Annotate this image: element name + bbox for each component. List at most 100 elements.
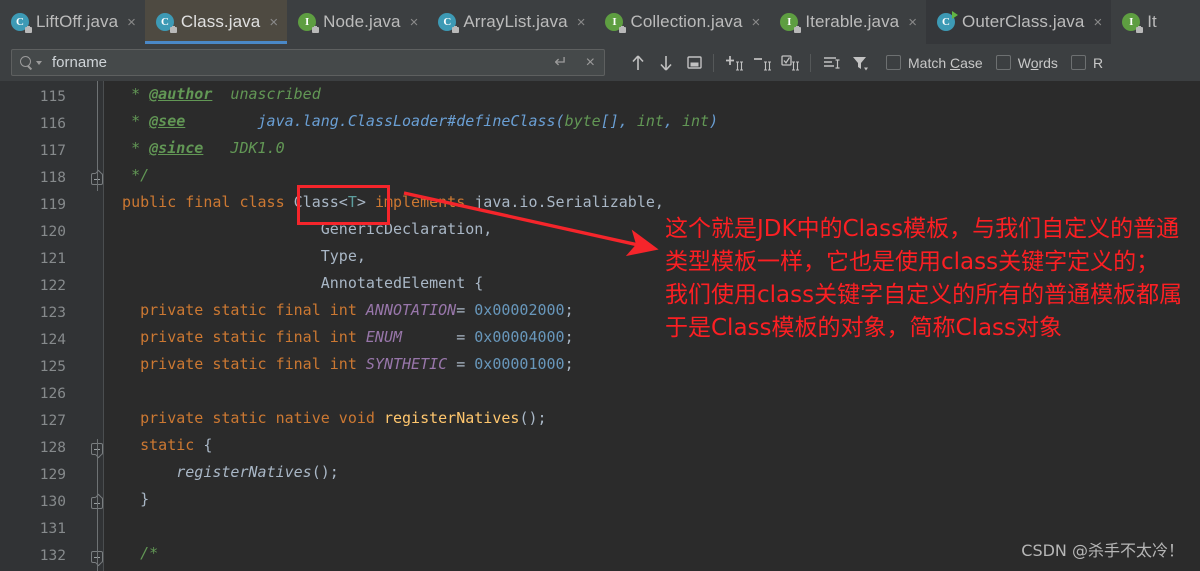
editor-tab-bar: C LiftOff.java × C Class.java × I Node.java × C Ar… — [0, 0, 1200, 44]
code-token: Type, — [104, 247, 366, 265]
code-token: ; — [564, 355, 574, 373]
code-token: static — [104, 436, 204, 454]
code-token: @author — [149, 85, 213, 103]
search-history-icon[interactable]: ↵ — [545, 54, 576, 71]
words-checkbox[interactable]: Words — [995, 54, 1058, 71]
editor-tab-collection[interactable]: I Collection.java × — [594, 0, 769, 44]
line-number: 120 — [39, 224, 66, 240]
line-number: 125 — [39, 359, 66, 375]
editor-tab-arraylist[interactable]: C ArrayList.java × — [427, 0, 594, 44]
find-previous-button[interactable] — [625, 50, 651, 76]
code-token: SYNTHETIC — [365, 355, 448, 373]
select-all-occurrences-button[interactable] — [778, 50, 804, 76]
search-input-value: forname — [52, 54, 108, 71]
line-number: 117 — [39, 143, 66, 159]
line-number: 116 — [39, 116, 66, 132]
code-line-121: Type, — [104, 243, 366, 270]
regex-checkbox[interactable]: R — [1070, 55, 1103, 71]
editor-tab-iterable[interactable]: I Iterable.java × — [769, 0, 926, 44]
code-token: 0x00002000 — [474, 301, 565, 319]
line-number: 119 — [39, 197, 66, 213]
code-token: GenericDeclaration, — [104, 220, 493, 238]
search-icon — [20, 55, 34, 70]
class-file-icon: C — [438, 13, 460, 33]
code-token: java.io.Serializable, — [474, 193, 664, 211]
close-icon[interactable]: × — [750, 15, 761, 30]
editor-tab-label: It — [1147, 12, 1157, 31]
editor-tab-node[interactable]: I Node.java × — [287, 0, 427, 44]
add-occurrence-button[interactable] — [722, 50, 748, 76]
preserve-case-button[interactable] — [819, 50, 845, 76]
editor-tab-it[interactable]: I It — [1111, 0, 1166, 44]
fold-region-line — [96, 439, 98, 544]
match-case-checkbox[interactable]: Match Case — [886, 55, 983, 71]
code-line-128: static { — [104, 432, 212, 459]
editor-tab-outerclass[interactable]: C OuterClass.java × — [926, 0, 1112, 44]
match-case-label: Match Case — [908, 54, 983, 71]
line-number-gutter: 115 116 117 118 119 120 121 122 123 124 125 126 127 1… — [0, 81, 104, 571]
code-token: 0x00001000 — [474, 355, 565, 373]
code-line-125: private static final int SYNTHETIC = 0x0… — [104, 351, 574, 378]
words-label: Words — [1017, 54, 1058, 71]
editor-tab-label: Node.java — [323, 12, 401, 31]
code-token: { — [203, 436, 213, 454]
chevron-down-icon[interactable] — [36, 60, 42, 65]
code-token: = — [402, 328, 475, 346]
editor-tab-label: Collection.java — [630, 12, 743, 31]
close-icon[interactable]: × — [267, 15, 278, 30]
code-token: public final class — [104, 193, 294, 211]
arrow-down-icon — [660, 55, 672, 71]
close-icon[interactable]: × — [408, 15, 419, 30]
close-search-icon[interactable]: × — [577, 54, 604, 71]
code-token: ENUM — [365, 328, 403, 346]
find-next-button[interactable] — [653, 50, 679, 76]
code-token: 0x00004000 — [474, 328, 565, 346]
arrow-up-icon — [632, 54, 644, 70]
plus-carets-icon — [726, 55, 743, 71]
code-line-116: * @see java.lang.ClassLoader#defineClass… — [104, 108, 718, 135]
line-number: 130 — [39, 494, 66, 510]
code-token: private static final int — [104, 301, 366, 319]
find-toolbar: forname ↵ × Match Case Words R — [0, 44, 1200, 81]
funnel-icon — [853, 56, 868, 70]
filter-button[interactable] — [847, 50, 873, 76]
code-token: implements — [374, 193, 475, 211]
code-line-115: * @author unascribed — [104, 81, 321, 108]
code-token: ; — [564, 301, 574, 319]
line-number: 126 — [39, 386, 66, 402]
line-number: 132 — [39, 548, 66, 564]
fold-region-line — [96, 81, 98, 191]
code-token: (); — [519, 409, 547, 427]
code-token: * — [104, 139, 150, 157]
code-token: [], — [600, 112, 637, 130]
interface-file-icon: I — [1122, 13, 1144, 33]
interface-file-icon: I — [298, 13, 320, 33]
editor-tab-label: Iterable.java — [805, 12, 900, 31]
code-token: * — [104, 112, 150, 130]
code-token: Class< — [293, 193, 348, 211]
editor-tab-liftoff[interactable]: C LiftOff.java × — [0, 0, 145, 44]
code-token: = — [456, 301, 475, 319]
code-line-124: private static final int ENUM = 0x000040… — [104, 324, 574, 351]
close-icon[interactable]: × — [125, 15, 136, 30]
close-icon[interactable]: × — [1091, 15, 1102, 30]
code-token: , — [663, 112, 682, 130]
code-token: /* — [104, 544, 159, 562]
class-file-icon: C — [155, 13, 177, 33]
code-token: int — [636, 112, 664, 130]
words-checkbox-box[interactable] — [995, 55, 1011, 70]
editor-tab-class[interactable]: C Class.java × — [144, 0, 288, 44]
search-input[interactable]: forname ↵ × — [11, 49, 605, 76]
regex-checkbox-box[interactable] — [1070, 55, 1086, 70]
line-number: 131 — [39, 521, 66, 537]
close-icon[interactable]: × — [906, 15, 917, 30]
select-all-button[interactable] — [681, 50, 707, 76]
match-case-checkbox-box[interactable] — [886, 55, 901, 70]
remove-occurrence-button[interactable] — [750, 50, 776, 76]
annotation-note-text: 这个就是JDK中的Class模板，与我们自定义的普通类型模板一样，它也是使用cl… — [665, 216, 1183, 341]
code-line-129: registerNatives(); — [104, 459, 339, 486]
check-carets-icon — [781, 54, 799, 71]
close-icon[interactable]: × — [575, 15, 586, 30]
code-line-119: public final class Class<T> implements j… — [104, 189, 664, 216]
